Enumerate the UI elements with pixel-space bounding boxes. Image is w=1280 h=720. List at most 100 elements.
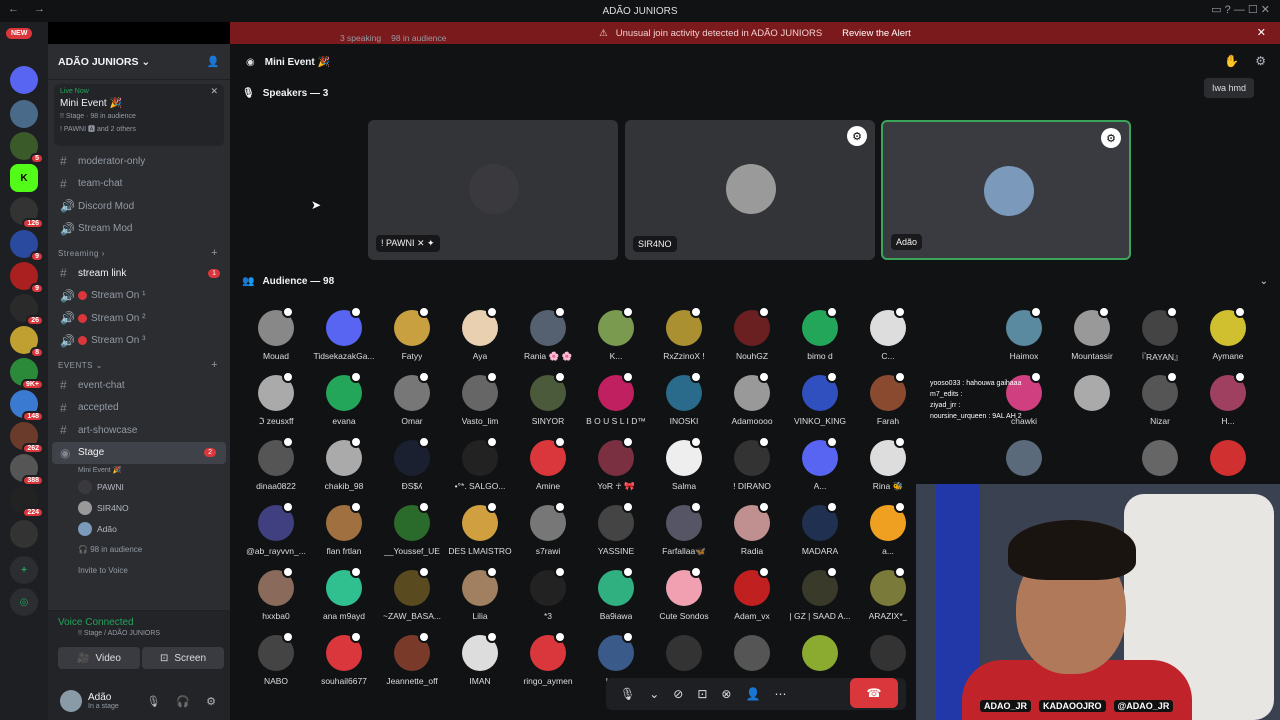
audience-member[interactable]: ana m9ayd — [310, 566, 378, 624]
audience-member[interactable]: hxxba0 — [242, 566, 310, 624]
server-icon[interactable]: 388 — [10, 454, 44, 486]
close-icon[interactable]: ✕ — [1257, 26, 1266, 39]
audience-member[interactable]: @ab_rayvvn_... — [242, 501, 310, 559]
server-icon[interactable]: 5 — [10, 132, 44, 164]
stage-audience-count[interactable]: 🎧 98 in audience — [48, 539, 230, 560]
add-server-icon[interactable]: + — [10, 556, 38, 584]
explore-icon[interactable]: ◎ — [10, 588, 38, 616]
stage-user[interactable]: Adão — [48, 518, 230, 539]
audience-member[interactable]: s7rawi — [514, 501, 582, 559]
audience-member[interactable]: a... — [854, 501, 922, 559]
audience-member[interactable]: RxZzinoX ! — [650, 306, 718, 364]
audience-member[interactable]: VINKO_KING — [786, 371, 854, 429]
audience-member[interactable]: B O U S L I D™ — [582, 371, 650, 429]
server-icon[interactable]: K — [10, 164, 38, 192]
iwa-hmd-tag[interactable]: Iwa hmd — [1203, 78, 1254, 98]
stage-user[interactable]: SIR4NO — [48, 497, 230, 518]
audience-member[interactable]: Amine — [514, 436, 582, 494]
audience-member[interactable]: ARAZIX*_ — [854, 566, 922, 624]
audience-member[interactable]: A... — [786, 436, 854, 494]
gear-icon[interactable]: ⚙ — [847, 126, 867, 146]
voice-location[interactable]: !! Stage / ADÃO JUNIORS — [78, 630, 160, 637]
screen-button[interactable]: ⊡ Screen — [142, 647, 224, 669]
audience-member[interactable]: Ba9iawa — [582, 566, 650, 624]
audience-member[interactable]: ~ZAW_BASA... — [378, 566, 446, 624]
audience-member[interactable]: YoR ☥ 🎀 — [582, 436, 650, 494]
audience-member[interactable]: Farfallaa🦋 — [650, 501, 718, 559]
audience-member[interactable]: Haimox — [990, 306, 1058, 364]
server-icon[interactable]: 126 — [10, 197, 44, 229]
add-channel-icon[interactable]: + — [211, 247, 218, 259]
channel-event-chat[interactable]: # event-chat — [48, 374, 230, 397]
channel-stream-on-3[interactable]: 🔊 Stream On ³ — [48, 330, 230, 353]
audience-member[interactable]: Nizar — [1126, 371, 1194, 429]
server-icon[interactable]: 9K+ — [10, 358, 44, 390]
audience-member[interactable] — [1058, 371, 1126, 429]
audience-member[interactable]: Rania 🌸 🌸 — [514, 306, 582, 364]
speaker-tile[interactable]: ⚙ SIR4NO — [625, 120, 875, 260]
stream-off-icon[interactable]: ⊗ — [721, 687, 731, 701]
audience-member[interactable]: Jeannette_off — [378, 631, 446, 689]
audience-member[interactable]: ! DIRANO — [718, 436, 786, 494]
audience-member[interactable]: Mouad — [242, 306, 310, 364]
audience-member[interactable]: Lilia — [446, 566, 514, 624]
audience-member[interactable]: Salma — [650, 436, 718, 494]
guild-header[interactable]: ADÃO JUNIORS ⌄ 👤 — [48, 44, 230, 80]
audience-member[interactable]: __Youssef_UE — [378, 501, 446, 559]
audience-member[interactable]: Mountassir — [1058, 306, 1126, 364]
audience-member[interactable]: chakib_98 — [310, 436, 378, 494]
audience-member[interactable]: Aya — [446, 306, 514, 364]
audience-member[interactable]: Adam_vx — [718, 566, 786, 624]
audience-member[interactable]: Radia — [718, 501, 786, 559]
headphones-icon[interactable]: 🎧 — [176, 695, 190, 708]
audience-member[interactable]: Fatyy — [378, 306, 446, 364]
audience-member[interactable]: NABO — [242, 631, 310, 689]
audience-member[interactable]: evana — [310, 371, 378, 429]
audience-member[interactable]: ℑ zeusxff — [242, 371, 310, 429]
audience-member[interactable]: 『RAYAN』 — [1126, 306, 1194, 364]
audience-member[interactable]: | GZ | SAAD A... — [786, 566, 854, 624]
invite-to-voice[interactable]: Invite to Voice — [48, 560, 230, 581]
settings-icon[interactable]: ⚙ — [1255, 54, 1266, 68]
more-icon[interactable]: ⋯ — [774, 687, 786, 701]
audience-member[interactable]: flan frtlan — [310, 501, 378, 559]
audience-member[interactable]: Aymane — [1194, 306, 1262, 364]
audience-member[interactable]: H... — [1194, 371, 1262, 429]
server-icon[interactable] — [10, 520, 38, 548]
avatar[interactable] — [60, 690, 82, 712]
channel-accepted[interactable]: # accepted — [48, 397, 230, 420]
video-button[interactable]: 🎥 Video — [58, 647, 140, 669]
invite-icon[interactable]: 👤 — [207, 55, 220, 68]
server-icon[interactable] — [10, 100, 38, 128]
chevron-down-icon[interactable]: ⌄ — [649, 687, 659, 701]
audience-member[interactable]: ringo_aymen — [514, 631, 582, 689]
server-icon[interactable]: 26 — [10, 294, 44, 326]
audience-member[interactable]: INOSKI — [650, 371, 718, 429]
channel-stream-on-2[interactable]: 🔊 Stream On ² — [48, 307, 230, 330]
speaker-tile[interactable]: ⚙ Adão — [881, 120, 1131, 260]
server-icon[interactable]: 224 — [10, 486, 44, 518]
live-event-card[interactable]: Live Now Mini Event 🎉 !! Stage · 98 in a… — [54, 84, 224, 146]
leave-call-button[interactable]: ☎ — [850, 678, 898, 708]
audience-member[interactable]: Vasto_lim — [446, 371, 514, 429]
audience-member[interactable]: •°*. SALGO... — [446, 436, 514, 494]
audience-member[interactable]: TidsekazakGa... — [310, 306, 378, 364]
channel-stream-link[interactable]: # stream link 1 — [48, 262, 230, 285]
speaker-tile[interactable]: ! PAWNI ✕ ✦ — [368, 120, 618, 260]
audience-member[interactable]: Cute Sondos — [650, 566, 718, 624]
audience-member[interactable]: MADARA — [786, 501, 854, 559]
category-streaming[interactable]: Streaming › + — [48, 244, 230, 262]
raise-hand-icon[interactable]: ✋ — [1224, 54, 1239, 68]
channel-stream-mod[interactable]: 🔊 Stream Mod — [48, 218, 230, 241]
audience-member[interactable]: dinaa0822 — [242, 436, 310, 494]
chevron-down-icon[interactable]: ⌄ — [1260, 276, 1268, 287]
audience-member[interactable]: *3 — [514, 566, 582, 624]
audience-member[interactable]: IMAN — [446, 631, 514, 689]
audience-member[interactable]: SINYOR — [514, 371, 582, 429]
invite-icon[interactable]: 👤 — [745, 687, 760, 701]
add-channel-icon[interactable]: + — [211, 359, 218, 371]
window-controls[interactable]: ▭ ? — ☐ ✕ — [1211, 3, 1270, 16]
audience-member[interactable]: K... — [582, 306, 650, 364]
audience-member[interactable]: souhail6677 — [310, 631, 378, 689]
stage-user[interactable]: PAWNI — [48, 476, 230, 497]
